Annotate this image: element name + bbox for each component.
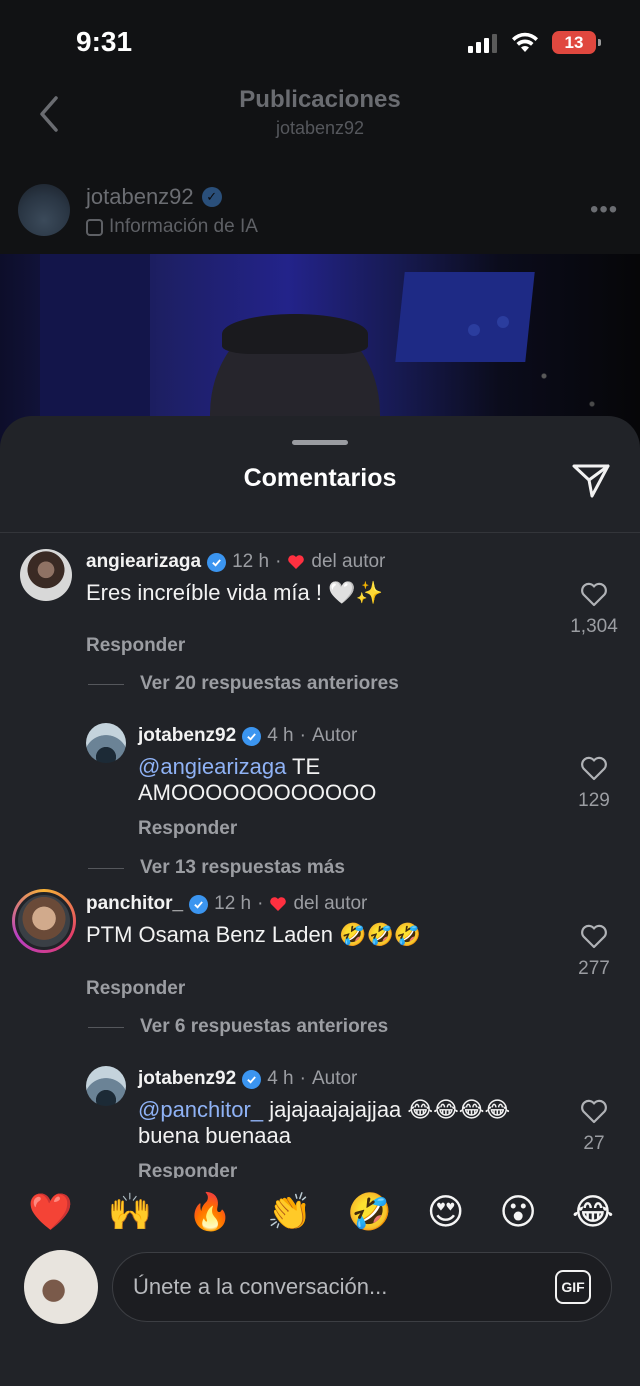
post-author-username[interactable]: jotabenz92 <box>86 184 194 210</box>
like-button[interactable]: 277 <box>564 923 624 980</box>
status-time: 9:31 <box>76 26 133 57</box>
heart-outline-icon <box>581 756 607 781</box>
sheet-title: Comentarios <box>243 464 397 492</box>
post-author[interactable]: jotabenz92 ✓ <box>86 184 222 210</box>
like-button[interactable]: 27 <box>564 1098 624 1155</box>
view-more-replies-label: Ver 13 respuestas más <box>140 857 345 878</box>
emoji-heart-button[interactable]: ❤️ <box>28 1191 73 1233</box>
verified-badge-icon <box>207 552 227 572</box>
comment-username[interactable]: panchitor_ <box>86 893 183 915</box>
emoji-quick-bar: ❤️ 🙌 🔥 👏 🤣 😍 😮 😂 <box>0 1184 640 1240</box>
like-count: 277 <box>578 958 610 979</box>
view-previous-replies-button[interactable]: Ver 6 respuestas anteriores <box>88 1016 388 1038</box>
emoji-surprised-button[interactable]: 😮 <box>499 1192 537 1233</box>
verified-badge-icon <box>242 1069 262 1089</box>
sheet-grabber-handle[interactable] <box>292 440 348 445</box>
reply-time: 4 h <box>267 725 294 746</box>
comment-text: Eres increíble vida mía ! 🤍✨ <box>86 580 383 605</box>
reply-button[interactable]: Responder <box>138 1161 237 1178</box>
like-count: 129 <box>578 790 610 811</box>
comments-list[interactable]: angiearizaga 12 h · del autor Eres incre… <box>0 533 640 1178</box>
reply-text: @angiearizaga TE AMOOOOOOOOOOOO <box>138 754 377 805</box>
emoji-tears-of-joy-button[interactable]: 😂 <box>572 1192 614 1233</box>
reply-time: 4 h <box>267 1068 294 1089</box>
comment-input[interactable]: Únete a la conversación... GIF <box>112 1252 612 1322</box>
emoji-rofl-button[interactable]: 🤣 <box>347 1191 392 1233</box>
reply-button[interactable]: Responder <box>138 818 237 840</box>
emoji-clapping-button[interactable]: 👏 <box>267 1191 312 1233</box>
author-liked-label: del autor <box>293 893 368 914</box>
comment-time: 12 h <box>214 893 252 914</box>
ai-info-icon <box>86 218 103 236</box>
like-button[interactable]: 129 <box>564 755 624 812</box>
current-user-avatar <box>24 1250 98 1324</box>
reply-role: Autor <box>311 1068 358 1089</box>
reply-username[interactable]: jotabenz92 <box>138 725 236 747</box>
heart-outline-icon <box>581 924 607 949</box>
view-previous-replies-label: Ver 6 respuestas anteriores <box>140 1016 389 1037</box>
reply-button[interactable]: Responder <box>86 978 185 1000</box>
comment-input-placeholder[interactable]: Únete a la conversación... <box>133 1274 555 1300</box>
reply-avatar[interactable] <box>86 1066 126 1106</box>
view-previous-replies-button[interactable]: Ver 20 respuestas anteriores <box>88 673 399 695</box>
view-more-replies-button[interactable]: Ver 13 respuestas más <box>88 857 345 879</box>
reply-username[interactable]: jotabenz92 <box>138 1068 236 1090</box>
heart-outline-icon <box>581 582 607 607</box>
comment-username[interactable]: angiearizaga <box>86 551 201 573</box>
share-send-icon[interactable] <box>570 460 612 500</box>
reply-role: Autor <box>311 725 358 746</box>
comment-avatar[interactable] <box>20 549 72 601</box>
emoji-heart-eyes-button[interactable]: 😍 <box>427 1192 465 1233</box>
nav-title: Publicaciones <box>239 86 401 113</box>
post-author-avatar[interactable] <box>18 184 70 236</box>
comment-header: angiearizaga 12 h · del autor <box>86 551 386 573</box>
wifi-icon <box>512 32 538 52</box>
like-count: 27 <box>583 1133 605 1154</box>
author-liked-label: del autor <box>311 551 386 572</box>
reply-header: jotabenz92 4 h · Autor <box>138 1068 358 1090</box>
reply-text: @panchitor_ jajajaajajajjaa 😂😂😂😂 buena b… <box>138 1097 511 1148</box>
comment-avatar <box>15 892 73 950</box>
gif-button[interactable]: GIF <box>555 1270 591 1304</box>
status-bar: 9:31 13 <box>0 0 640 86</box>
post-screen-background: 9:31 13 Publicaciones jotabenz92 jotaben… <box>0 0 640 474</box>
verified-badge-icon <box>189 894 209 914</box>
author-liked-heart-icon <box>288 555 305 569</box>
mention-link[interactable]: @angiearizaga <box>138 754 286 779</box>
battery-indicator: 13 <box>552 31 601 54</box>
comment-header: panchitor_ 12 h · del autor <box>86 893 368 915</box>
comments-sheet: Comentarios angiearizaga 12 h · del auto… <box>0 416 640 1386</box>
like-button[interactable]: 1,304 <box>564 581 624 638</box>
author-liked-heart-icon <box>270 897 287 911</box>
verified-badge-icon: ✓ <box>201 187 222 207</box>
reply-header: jotabenz92 4 h · Autor <box>138 725 358 747</box>
comment-avatar-story-ring[interactable] <box>12 889 76 953</box>
verified-badge-icon <box>242 726 262 746</box>
like-count: 1,304 <box>570 616 618 637</box>
mention-link[interactable]: @panchitor_ <box>138 1097 263 1122</box>
ai-info-label: Información de IA <box>109 216 258 237</box>
heart-outline-icon <box>581 1099 607 1124</box>
emoji-raising-hands-button[interactable]: 🙌 <box>108 1191 153 1233</box>
ai-info-link[interactable]: Información de IA <box>86 216 258 238</box>
nav-subtitle: jotabenz92 <box>275 118 365 138</box>
comment-time: 12 h <box>232 551 270 572</box>
view-previous-replies-label: Ver 20 respuestas anteriores <box>140 673 399 694</box>
emoji-fire-button[interactable]: 🔥 <box>188 1191 233 1233</box>
comment-text: PTM Osama Benz Laden 🤣🤣🤣 <box>86 922 422 947</box>
reply-button[interactable]: Responder <box>86 635 185 657</box>
reply-avatar[interactable] <box>86 723 126 763</box>
cellular-signal-icon <box>468 33 497 53</box>
more-options-icon[interactable]: ••• <box>590 196 618 224</box>
